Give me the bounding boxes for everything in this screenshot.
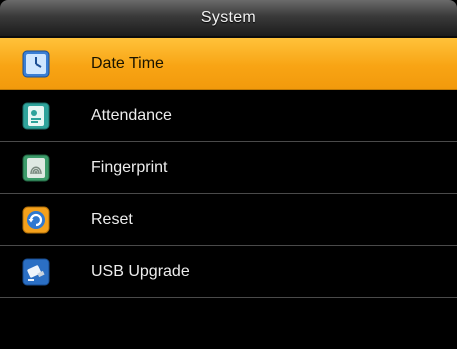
menu-item-label: Date Time bbox=[91, 54, 164, 72]
system-menu-list: Date Time Attendance Fingerprint Reset U… bbox=[0, 38, 457, 298]
menu-item-label: USB Upgrade bbox=[91, 262, 190, 280]
menu-item-label: Attendance bbox=[91, 106, 172, 124]
menu-item-attendance[interactable]: Attendance bbox=[0, 90, 457, 142]
system-menu-screen: System Date Time Attendance Fingerprint … bbox=[0, 0, 457, 349]
menu-item-usb-upgrade[interactable]: USB Upgrade bbox=[0, 246, 457, 298]
usb-upgrade-icon bbox=[22, 258, 50, 286]
menu-item-date-time[interactable]: Date Time bbox=[0, 38, 457, 90]
menu-item-reset[interactable]: Reset bbox=[0, 194, 457, 246]
menu-item-label: Fingerprint bbox=[91, 158, 168, 176]
title-bar: System bbox=[0, 0, 457, 38]
fingerprint-icon bbox=[22, 154, 50, 182]
reset-icon bbox=[22, 206, 50, 234]
clock-calendar-icon bbox=[22, 50, 50, 78]
menu-item-label: Reset bbox=[91, 210, 133, 228]
attendance-icon bbox=[22, 102, 50, 130]
page-title: System bbox=[200, 9, 257, 26]
menu-item-fingerprint[interactable]: Fingerprint bbox=[0, 142, 457, 194]
